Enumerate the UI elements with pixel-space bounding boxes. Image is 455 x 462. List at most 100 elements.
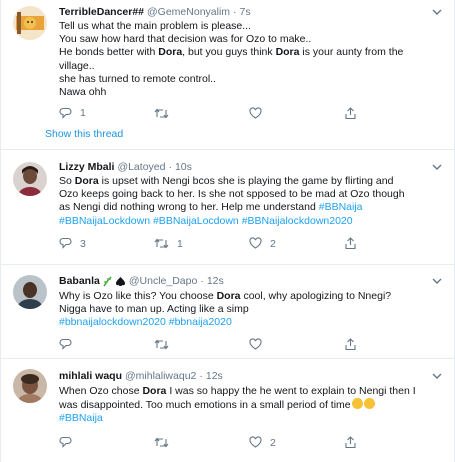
reply-button[interactable]: [59, 436, 154, 449]
tweet-line: Tell us what the main problem is please.…: [59, 20, 252, 32]
reply-count: 3: [80, 237, 86, 250]
avatar[interactable]: [13, 369, 47, 403]
tweet-line: Nawa ohh: [59, 86, 107, 99]
timestamp[interactable]: 10s: [175, 161, 192, 173]
tweet-header: mihlali waqu @mihlaliwaqu2 · 12s: [59, 369, 444, 383]
tweet-text: When Ozo chose Dora I was so happy the h…: [59, 385, 444, 426]
tweet-line: He bonds better with Dora, but you guys …: [59, 46, 404, 59]
tweet-line: Nigga have to man up. Acting like a simp: [59, 303, 249, 316]
tweet-feed: TerribleDancer## @GemeNonyalim · 7s Tell…: [0, 0, 455, 462]
display-name[interactable]: Lizzy Mbali: [59, 161, 114, 173]
user-handle[interactable]: @Latoyed: [117, 161, 165, 173]
show-thread-link[interactable]: Show this thread: [45, 123, 444, 145]
like-button[interactable]: 2: [249, 436, 344, 449]
display-name[interactable]: Babanla: [59, 275, 100, 287]
share-button[interactable]: [344, 237, 365, 250]
hashtag-link[interactable]: #bbnaijalockdown2020 #bbnaija2020: [59, 316, 232, 328]
heart-icon: [249, 338, 262, 350]
tweet-line: So Dora is upset with Nengi bcos she is …: [59, 175, 394, 187]
retweet-button[interactable]: [154, 436, 249, 449]
timestamp[interactable]: 12s: [207, 275, 224, 287]
tweet-line: When Ozo chose Dora I was so happy the h…: [59, 385, 416, 397]
avatar[interactable]: [13, 162, 47, 196]
tweet-header: TerribleDancer## @GemeNonyalim · 7s: [59, 5, 444, 19]
weary-face-emoji: [351, 398, 363, 410]
share-icon: [345, 106, 356, 119]
like-button[interactable]: [249, 338, 344, 351]
tweet-line: was disappointed. Too much emotions in a…: [59, 398, 444, 412]
like-count: 2: [270, 436, 276, 449]
retweet-icon: [154, 339, 169, 350]
hashtag-link[interactable]: #BBNaija: [59, 412, 103, 424]
retweet-count: 1: [177, 237, 183, 250]
reply-button[interactable]: 3: [59, 237, 154, 250]
tweet-line: Ozo keeps going back to her. Is she not …: [59, 188, 405, 201]
tweet-actions: 3 1 2: [59, 234, 444, 254]
heart-icon: [249, 107, 262, 119]
separator-dot: ·: [233, 6, 237, 18]
display-name[interactable]: TerribleDancer##: [59, 6, 144, 18]
display-name[interactable]: mihlali waqu: [59, 370, 122, 382]
herb-emoji: [103, 276, 112, 286]
user-handle[interactable]: @Uncle_Dapo: [129, 275, 197, 287]
share-button[interactable]: [344, 436, 365, 449]
like-button[interactable]: 2: [249, 237, 344, 250]
heart-icon: [249, 237, 262, 249]
tweet[interactable]: Lizzy Mbali @Latoyed · 10s So Dora is up…: [1, 150, 454, 265]
tweet-line: #BBNaija: [59, 412, 444, 425]
timestamp[interactable]: 7s: [240, 6, 251, 18]
like-count: 2: [270, 237, 276, 250]
tweet-line: #bbnaijalockdown2020 #bbnaija2020: [59, 316, 444, 329]
reply-button[interactable]: 1: [59, 107, 154, 120]
tweet[interactable]: mihlali waqu @mihlaliwaqu2 · 12s When Oz…: [1, 359, 454, 462]
tweet-line: village..: [59, 59, 95, 72]
separator-dot: ·: [200, 275, 204, 287]
hashtag-link[interactable]: #BBNaija: [319, 201, 363, 213]
heart-icon: [249, 436, 262, 448]
separator-dot: ·: [168, 161, 172, 173]
reply-icon: [59, 238, 72, 250]
tweet-line: she has turned to remote control..: [59, 72, 217, 85]
tweet-line: #BBNaijaLockdown #BBNaijaLocdown #BBNaij…: [59, 215, 444, 228]
reply-icon: [59, 107, 72, 119]
share-button[interactable]: [344, 106, 365, 120]
tweet-header: Babanla @Uncle_Dapo · 12s: [59, 274, 444, 288]
reply-icon: [59, 339, 72, 350]
chevron-down-icon[interactable]: [430, 5, 444, 19]
chevron-down-icon[interactable]: [430, 160, 444, 174]
spade-icon: [115, 276, 125, 286]
retweet-button[interactable]: 1: [154, 237, 249, 250]
tweet-line: as Nengi did nothing wrong to her. Help …: [59, 201, 363, 214]
separator-dot: ·: [199, 370, 203, 382]
tweet-text: Why is Ozo like this? You choose Dora co…: [59, 290, 444, 330]
tweet-line: You saw how hard that decision was for O…: [59, 33, 312, 46]
hashtag-link[interactable]: #BBNaijaLockdown #BBNaijaLocdown #BBNaij…: [59, 215, 353, 227]
reply-icon: [59, 437, 72, 448]
tweet-text: So Dora is upset with Nengi bcos she is …: [59, 175, 444, 228]
avatar[interactable]: [13, 6, 47, 40]
reply-button[interactable]: [59, 338, 154, 351]
retweet-icon: [154, 108, 169, 119]
user-handle[interactable]: @mihlaliwaqu2: [125, 370, 196, 382]
tweet-actions: 1: [59, 103, 444, 123]
tweet-text: Tell us what the main problem is please.…: [59, 20, 444, 99]
share-icon: [345, 436, 356, 449]
tweet-line: Why is Ozo like this? You choose Dora co…: [59, 290, 392, 302]
chevron-down-icon[interactable]: [430, 369, 444, 383]
timestamp[interactable]: 12s: [206, 370, 223, 382]
share-icon: [345, 237, 356, 250]
tweet[interactable]: TerribleDancer## @GemeNonyalim · 7s Tell…: [1, 0, 454, 150]
tweet-actions: [59, 335, 444, 355]
retweet-button[interactable]: [154, 338, 249, 351]
tweet[interactable]: Babanla @Uncle_Dapo · 12s Why is Ozo lik…: [1, 265, 454, 359]
retweet-icon: [154, 437, 169, 448]
avatar[interactable]: [13, 275, 47, 309]
retweet-button[interactable]: [154, 107, 249, 120]
chevron-down-icon[interactable]: [430, 274, 444, 288]
share-button[interactable]: [344, 338, 365, 351]
like-button[interactable]: [249, 107, 344, 120]
share-icon: [345, 338, 356, 351]
user-handle[interactable]: @GemeNonyalim: [147, 6, 230, 18]
tweet-header: Lizzy Mbali @Latoyed · 10s: [59, 160, 444, 174]
reply-count: 1: [80, 107, 86, 120]
